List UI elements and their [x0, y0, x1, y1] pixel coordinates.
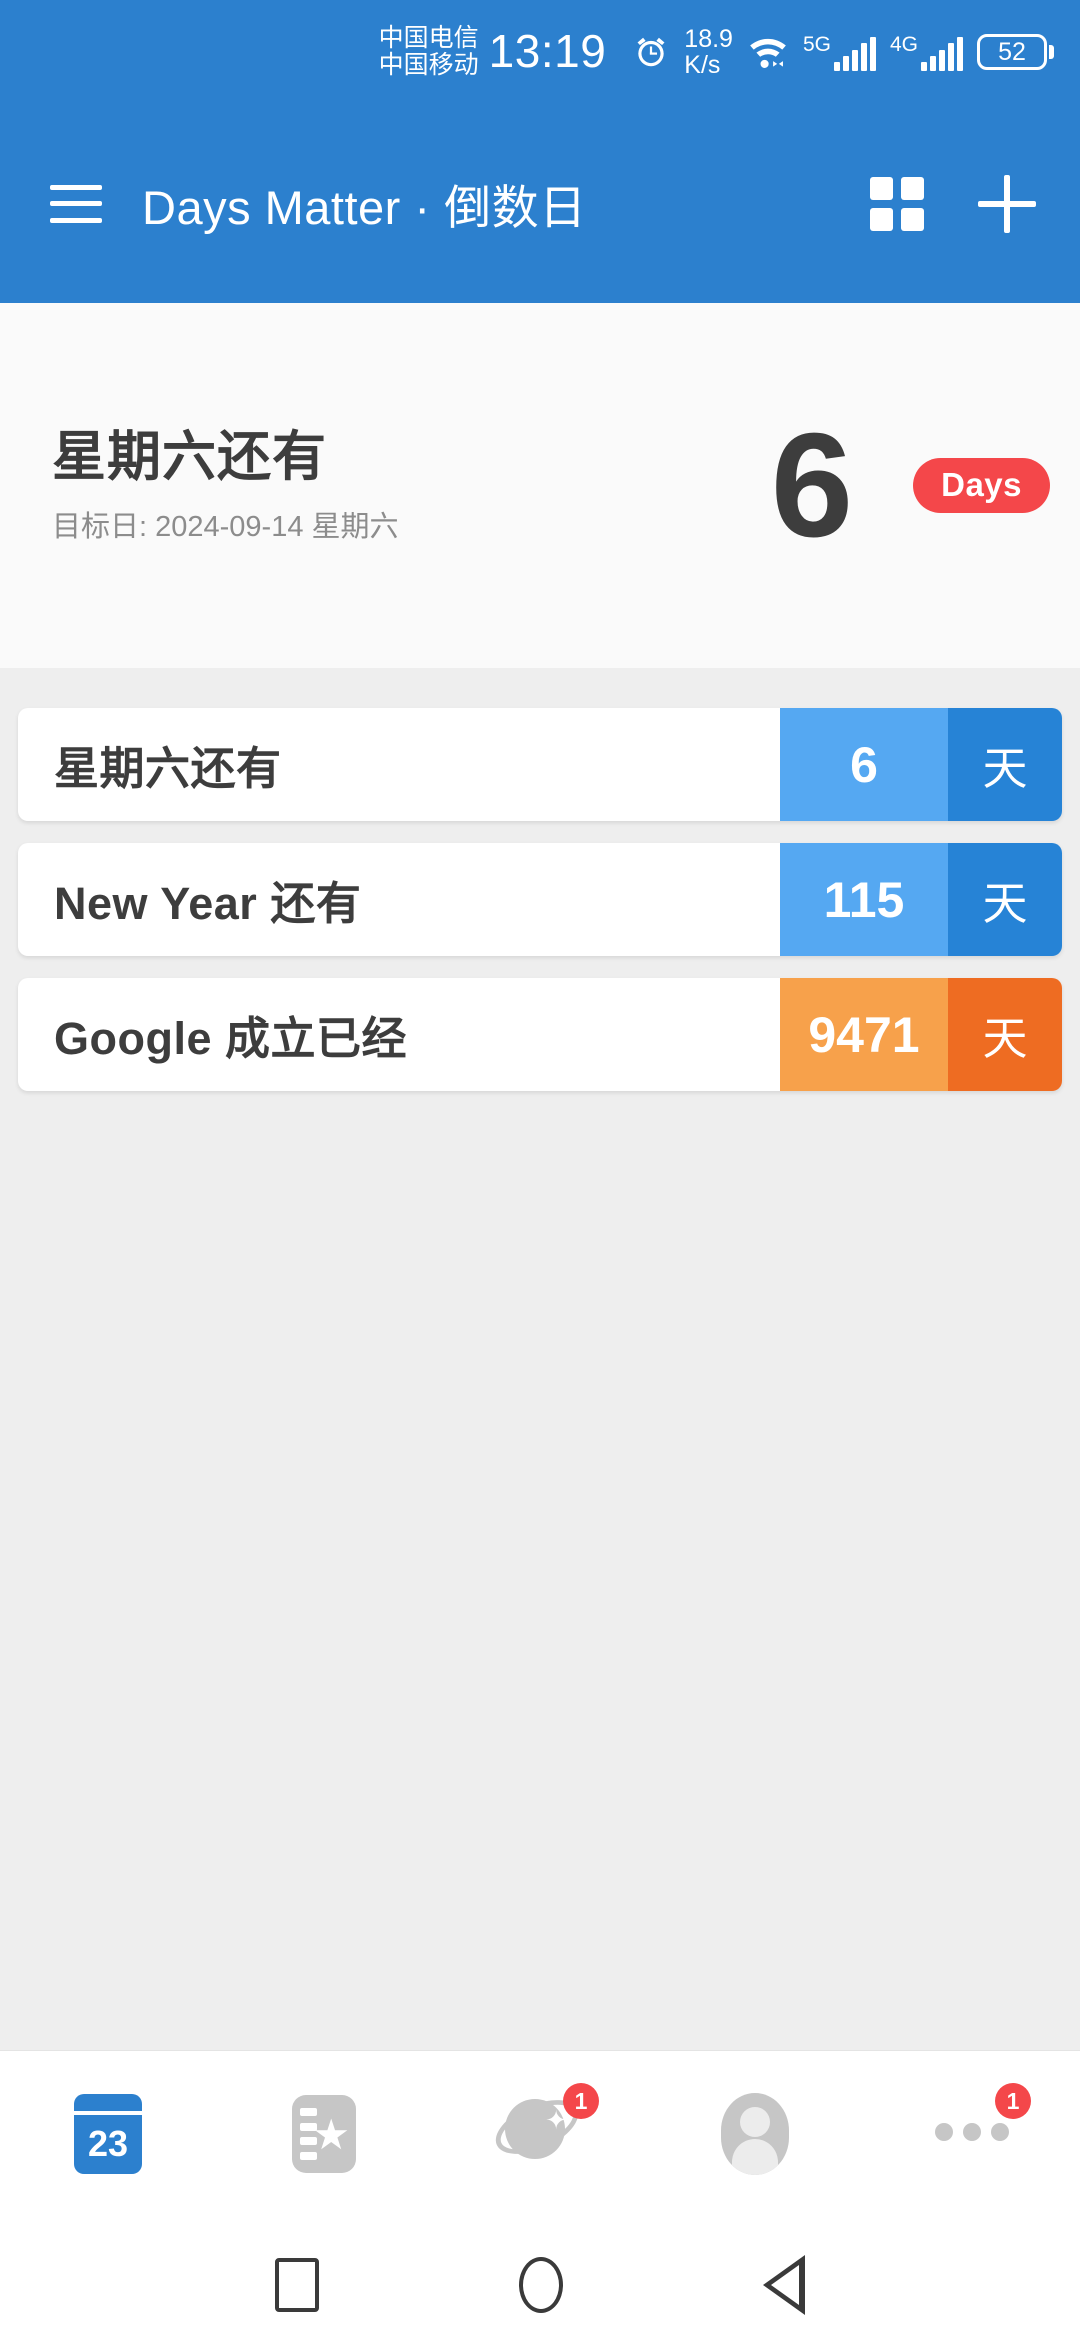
android-nav-bar	[0, 2230, 1080, 2340]
sparkle-glyph: ✦	[545, 2105, 567, 2135]
more-dots-icon-body	[935, 2123, 1009, 2141]
hero-unit-badge: Days	[913, 458, 1050, 513]
calendar-icon: 23	[65, 2091, 151, 2177]
wifi-icon	[750, 38, 786, 68]
avatar-icon	[713, 2091, 799, 2177]
carrier-labels: 中国电信 中国移动	[379, 25, 479, 79]
tab-more[interactable]: 1	[864, 2051, 1080, 2231]
list-item-title: Google 成立已经	[54, 1013, 407, 1064]
network-speed: 18.9 K/s	[684, 24, 733, 79]
alarm-icon	[637, 37, 665, 67]
triangle-back-icon[interactable]	[763, 2255, 805, 2315]
list-item-title: New Year 还有	[54, 878, 362, 929]
app-screen: 中国电信 中国移动 13:19 18.9 K/s 5G 4G 52 Days M…	[0, 0, 1080, 2340]
network-speed-value: 18.9	[684, 24, 733, 53]
tab-badge: 1	[563, 2083, 599, 2119]
hero-day-count: 6	[770, 402, 853, 568]
hero-text-block: 星期六还有 目标日: 2024-09-14 星期六	[52, 426, 771, 544]
calendar-icon-body: 23	[74, 2094, 142, 2174]
list-item-count: 9471	[780, 978, 948, 1091]
signal-bars	[833, 36, 876, 71]
network-speed-unit: K/s	[684, 51, 721, 79]
tab-discover[interactable]: ✦ 1	[432, 2051, 648, 2231]
list-item-unit: 天	[948, 978, 1062, 1091]
list-item[interactable]: Google 成立已经 9471 天	[18, 978, 1062, 1091]
more-dots-icon: 1	[929, 2083, 1031, 2177]
hero-card-content: 星期六还有 目标日: 2024-09-14 星期六 6 Days	[0, 303, 1080, 668]
calendar-icon-day: 23	[87, 2123, 129, 2164]
tab-calendar[interactable]: 23	[0, 2051, 216, 2231]
list-item-unit: 天	[948, 708, 1062, 821]
app-bar: Days Matter · 倒数日	[0, 104, 1080, 303]
page-title: Days Matter · 倒数日	[142, 181, 587, 234]
list-item-count: 115	[780, 843, 948, 956]
list-item-unit: 天	[948, 843, 1062, 956]
avatar-body	[732, 2139, 778, 2175]
circle-home-icon[interactable]	[519, 2257, 563, 2313]
status-icons: 18.9 K/s 5G 4G 52	[632, 24, 1054, 79]
tab-profile[interactable]	[648, 2051, 864, 2231]
status-bar: 中国电信 中国移动 13:19 18.9 K/s 5G 4G 52	[0, 0, 1080, 104]
ticket-star-icon-body: ★	[292, 2095, 356, 2173]
ticket-star-icon: ★	[281, 2091, 367, 2177]
star-glyph: ★	[312, 2111, 350, 2158]
signal-bars	[921, 36, 963, 71]
sim2-signal: 4G	[890, 34, 963, 71]
status-time: 13:19	[488, 24, 607, 77]
hamburger-menu-icon[interactable]	[50, 184, 102, 223]
list-item[interactable]: New Year 还有 115 天	[18, 843, 1062, 956]
hero-target-date: 目标日: 2024-09-14 星期六	[52, 510, 399, 543]
hero-title: 星期六还有	[52, 427, 327, 488]
list-item-count: 6	[780, 708, 948, 821]
tab-badge: 1	[995, 2083, 1031, 2119]
tab-collection[interactable]: ★	[216, 2051, 432, 2231]
square-recents-icon[interactable]	[275, 2258, 319, 2312]
list-item-title: 星期六还有	[54, 743, 282, 794]
sim1-signal: 5G	[803, 34, 876, 71]
hero-card[interactable]: 星期六还有 目标日: 2024-09-14 星期六 6 Days	[0, 303, 1080, 668]
carrier-primary: 中国电信	[378, 24, 479, 52]
grid-view-icon[interactable]	[870, 176, 924, 231]
avatar-head	[740, 2107, 770, 2137]
battery-cap	[1049, 45, 1054, 59]
battery-level: 52	[977, 34, 1047, 70]
countdown-list: 星期六还有 6 天 New Year 还有 115 天 Google 成立已经 …	[0, 668, 1080, 2050]
sim1-label: 5G	[802, 32, 831, 56]
list-item[interactable]: 星期六还有 6 天	[18, 708, 1062, 821]
add-event-button[interactable]	[978, 174, 1036, 233]
avatar-icon-body	[721, 2093, 789, 2175]
battery-icon: 52	[977, 34, 1054, 70]
carrier-secondary: 中国移动	[378, 51, 479, 79]
bottom-tab-bar: 23 ★ ✦ 1 1	[0, 2050, 1080, 2231]
sim2-label: 4G	[889, 32, 918, 56]
planet-icon: ✦ 1	[487, 2083, 599, 2177]
